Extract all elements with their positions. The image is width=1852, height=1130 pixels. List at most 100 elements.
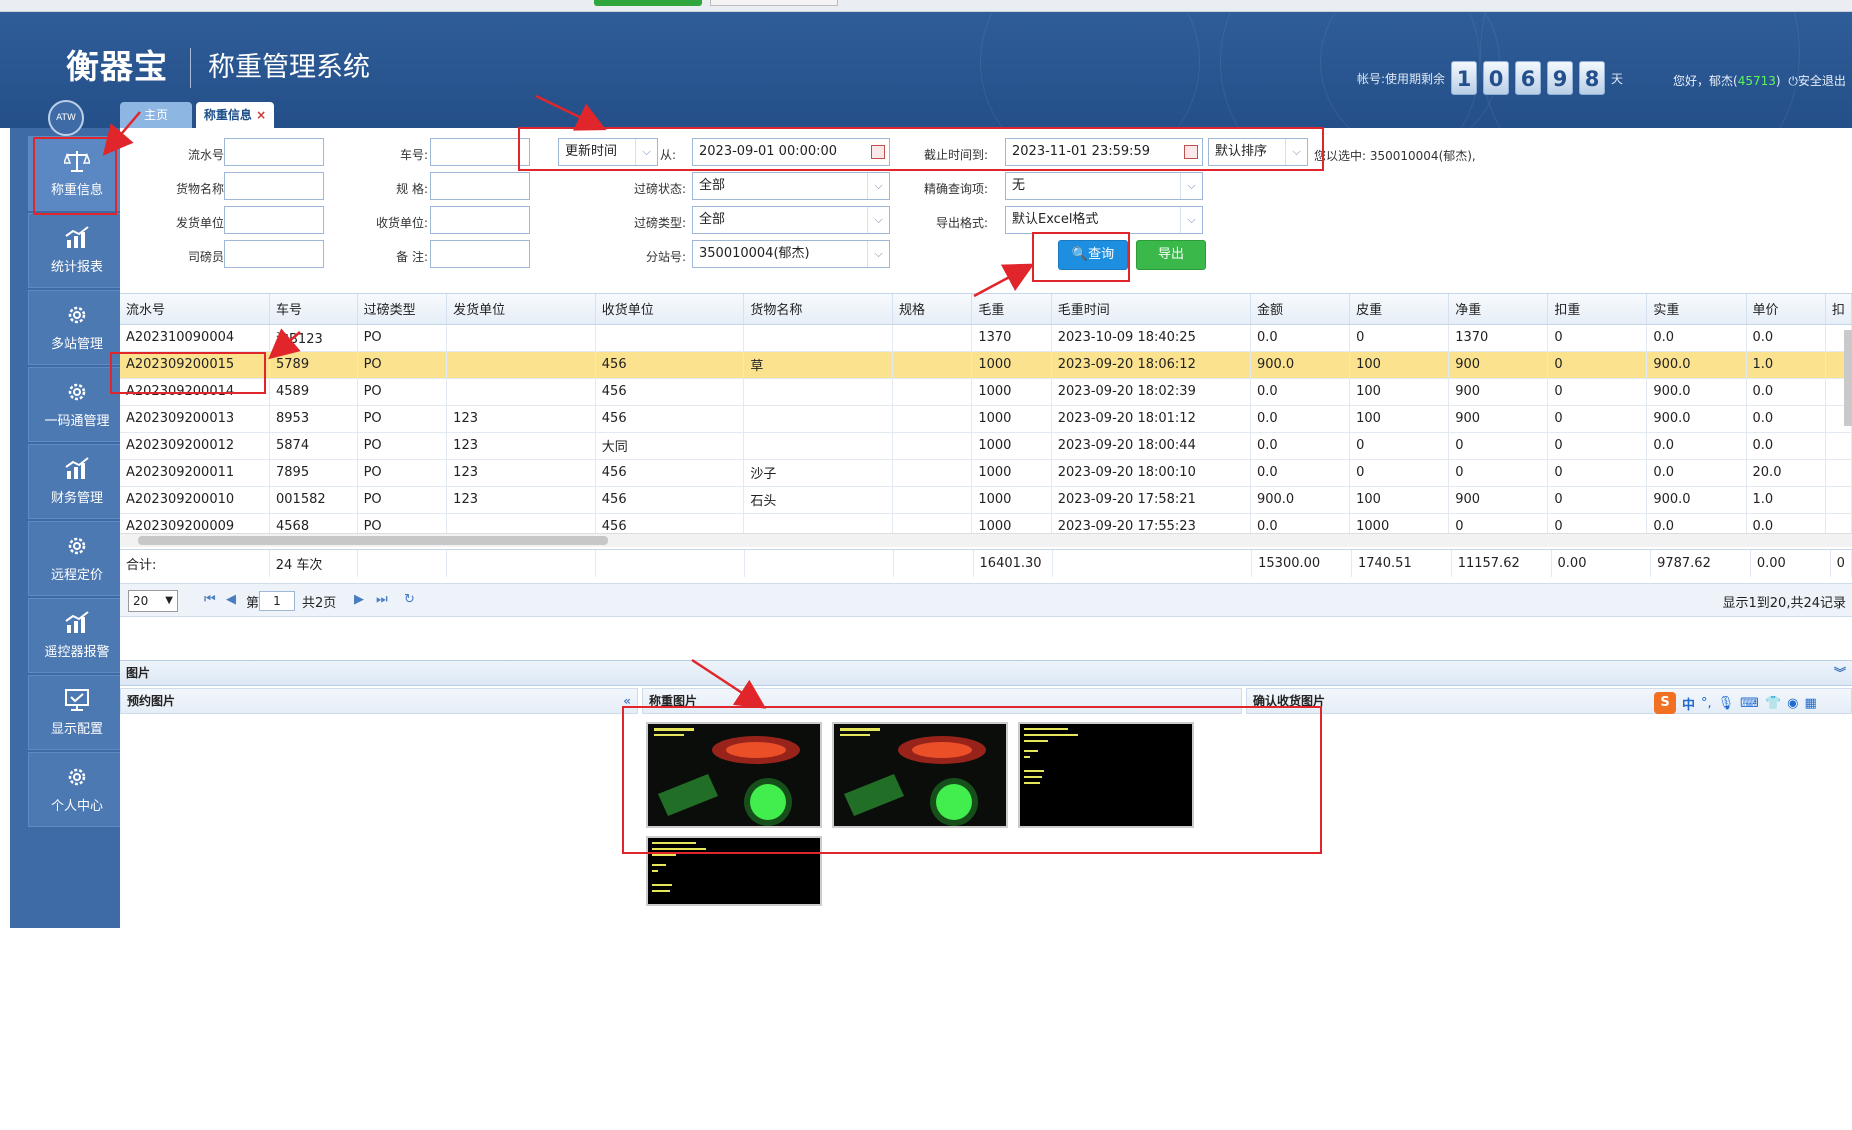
sidebar-item-one-code[interactable]: 一码通管理 [28, 367, 126, 442]
horizontal-scrollbar[interactable] [120, 533, 1852, 547]
table-cell [1825, 432, 1852, 460]
scroll-thumb[interactable] [138, 536, 608, 545]
last-page-icon[interactable]: ⏭ [376, 592, 388, 607]
operator-input[interactable] [224, 240, 324, 268]
tab-weigh-info[interactable]: 称重信息 × [196, 102, 274, 128]
next-page-icon[interactable]: ▶ [354, 592, 364, 607]
refresh-icon[interactable]: ↻ [404, 592, 415, 607]
sidebar-item-remote-pricing[interactable]: 远程定价 [28, 521, 126, 596]
first-page-icon[interactable]: ⏮ [204, 592, 216, 607]
calendar-icon[interactable] [871, 145, 885, 159]
export-format-label: 导出格式: [935, 216, 988, 230]
weigh-photo-thumbnail[interactable] [646, 722, 822, 828]
table-row[interactable]: A202309200011 7895 PO 123 456 沙子 1000 2023-09-2… [120, 459, 1852, 487]
account-remaining: 帐号:使用期剩余 1 0 6 9 8 天 [1357, 60, 1623, 96]
table-cell: 0.0 [1646, 459, 1747, 487]
goods-input[interactable] [224, 172, 324, 200]
browser-green-button[interactable] [594, 0, 702, 6]
receiver-input[interactable] [430, 206, 530, 234]
table-cell [1825, 486, 1852, 514]
calendar-icon[interactable] [1184, 145, 1198, 159]
column-header[interactable]: 流水号 [120, 294, 271, 325]
column-header[interactable]: 车号 [269, 294, 358, 325]
sidebar-item-weigh-info[interactable]: 称重信息 [28, 136, 126, 211]
plate-input[interactable] [430, 138, 530, 166]
weigh-ticket-thumbnail[interactable] [646, 836, 822, 906]
ime-lang-toggle[interactable]: 中 [1682, 694, 1695, 713]
query-button[interactable]: 🔍查询 [1058, 240, 1128, 270]
status-select[interactable]: 全部 ⌵ [692, 172, 890, 200]
column-header[interactable]: 实重 [1646, 294, 1747, 325]
sogou-ime-icon[interactable]: S [1654, 692, 1676, 714]
from-value: 2023-09-01 00:00:00 [699, 144, 838, 159]
column-header[interactable]: 金额 [1250, 294, 1351, 325]
sidebar-item-display-config[interactable]: 显示配置 [28, 675, 126, 750]
column-header[interactable]: 单价 [1746, 294, 1826, 325]
table-cell: 沙子 [743, 459, 893, 487]
table-cell: 456 [595, 405, 745, 433]
column-header[interactable]: 扣 [1825, 294, 1852, 325]
table-cell: PO [357, 324, 448, 352]
gamepad-icon[interactable]: ◉ [1787, 696, 1798, 711]
page-number-input[interactable]: 1 [259, 591, 295, 611]
sidebar-item-remote-alarm[interactable]: 遥控器报警 [28, 598, 126, 673]
microphone-icon[interactable]: 🎙 [1718, 696, 1735, 711]
column-header[interactable]: 货物名称 [743, 294, 893, 325]
column-header[interactable]: 发货单位 [446, 294, 596, 325]
table-row[interactable]: A202309200010 001582 PO 123 456 石头 1000 2023-09… [120, 486, 1852, 514]
vertical-scrollbar[interactable] [1844, 330, 1852, 426]
column-header[interactable]: 净重 [1448, 294, 1549, 325]
precise-select[interactable]: 无 ⌵ [1005, 172, 1203, 200]
column-header[interactable]: 扣重 [1547, 294, 1648, 325]
table-cell: 8953 [269, 405, 358, 433]
column-header[interactable]: 皮重 [1349, 294, 1450, 325]
sidebar-item-finance[interactable]: 财务管理 [28, 444, 126, 519]
spec-input[interactable] [430, 172, 530, 200]
time-field-select[interactable]: 更新时间 ⌵ [558, 138, 658, 166]
sidebar-item-personal-center[interactable]: 个人中心 [28, 752, 126, 827]
sidebar-item-stat-report[interactable]: 统计报表 [28, 213, 126, 288]
from-datetime-input[interactable]: 2023-09-01 00:00:00 [692, 138, 890, 166]
column-header[interactable]: 毛重时间 [1051, 294, 1251, 325]
table-cell [743, 432, 893, 460]
sort-select[interactable]: 默认排序 ⌵ [1208, 138, 1308, 166]
table-cell: 900.0 [1250, 486, 1351, 514]
table-cell: 2023-09-20 18:06:12 [1051, 351, 1251, 379]
station-select[interactable]: 350010004(郁杰) ⌵ [692, 240, 890, 268]
tab-close-icon[interactable]: × [256, 108, 266, 122]
sender-input[interactable] [224, 206, 324, 234]
chevron-down-icon: ⌵ [867, 173, 889, 199]
export-format-select[interactable]: 默认Excel格式 ⌵ [1005, 206, 1203, 234]
sidebar: 称重信息 统计报表 多站管理 一码通管理 财务管理 远程定价 遥控器报警 显示配… [10, 128, 126, 928]
serial-input[interactable] [224, 138, 324, 166]
grid-menu-icon[interactable]: ▦ [1804, 696, 1816, 711]
table-row[interactable]: A202309200012 5874 PO 123 大同 1000 2023-09-20 1… [120, 432, 1852, 460]
tab-home[interactable]: 主页 [120, 102, 192, 128]
collapse-panel-icon[interactable]: ︾ [1834, 661, 1846, 685]
collapse-left-icon[interactable]: « [623, 689, 631, 713]
table-cell: 2023-09-20 18:00:44 [1051, 432, 1251, 460]
sidebar-item-multi-station[interactable]: 多站管理 [28, 290, 126, 365]
day-digit: 8 [1579, 61, 1606, 95]
keyboard-icon[interactable]: ⌨ [1740, 696, 1759, 711]
table-row[interactable]: A202309200015 5789 PO 456 草 1000 2023-09-20 18… [120, 351, 1852, 379]
table-row[interactable]: A202309200014 4589 PO 456 1000 2023-09-20 18:… [120, 378, 1852, 406]
type-select[interactable]: 全部 ⌵ [692, 206, 890, 234]
remark-input[interactable] [430, 240, 530, 268]
table-row[interactable]: A202310090004 沪B123 PO 1370 2023-10-09 18:40… [120, 324, 1852, 352]
column-header[interactable]: 收货单位 [595, 294, 745, 325]
column-header[interactable]: 毛重 [971, 294, 1052, 325]
browser-gray-button[interactable] [710, 0, 838, 6]
page-size-select[interactable]: 20 ▼ [128, 590, 178, 612]
punctuation-icon[interactable]: °, [1701, 696, 1712, 711]
logout-link[interactable]: ⏻安全退出 [1788, 74, 1846, 88]
export-button[interactable]: 导出 [1136, 240, 1206, 270]
to-datetime-input[interactable]: 2023-11-01 23:59:59 [1005, 138, 1203, 166]
skin-icon[interactable]: 👕 [1765, 696, 1781, 711]
prev-page-icon[interactable]: ◀ [226, 592, 236, 607]
weigh-photo-thumbnail[interactable] [832, 722, 1008, 828]
column-header[interactable]: 过磅类型 [357, 294, 448, 325]
column-header[interactable]: 规格 [892, 294, 973, 325]
table-row[interactable]: A202309200013 8953 PO 123 456 1000 2023-09-20 … [120, 405, 1852, 433]
weigh-ticket-thumbnail[interactable] [1018, 722, 1194, 828]
